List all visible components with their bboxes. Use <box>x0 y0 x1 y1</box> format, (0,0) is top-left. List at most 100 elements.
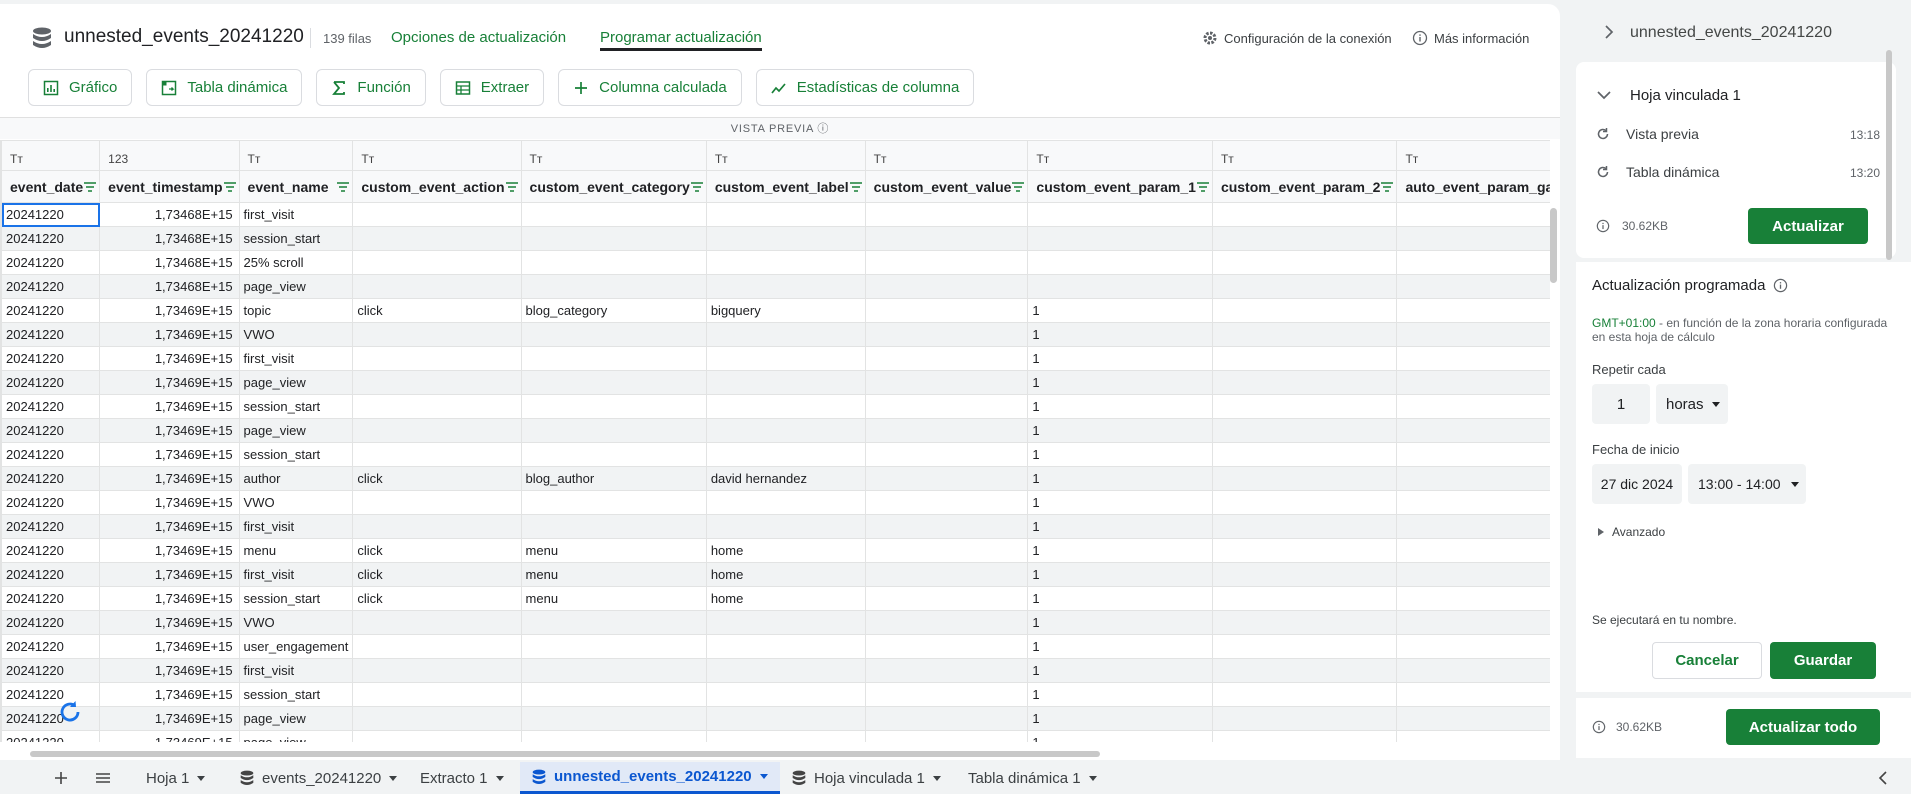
table-cell[interactable] <box>520 322 707 347</box>
table-cell[interactable] <box>1027 226 1213 251</box>
table-cell[interactable]: 1,73469E+15 <box>99 610 240 635</box>
table-cell[interactable]: 1 <box>1027 394 1213 419</box>
column-header[interactable]: event_timestamp <box>99 170 240 203</box>
table-cell[interactable] <box>1211 706 1398 731</box>
table-cell[interactable]: 1,73469E+15 <box>99 322 240 347</box>
table-cell[interactable]: 1 <box>1027 298 1213 323</box>
table-cell[interactable]: author <box>238 466 354 491</box>
table-cell[interactable]: 20241220 <box>0 322 101 347</box>
table-cell[interactable] <box>1211 538 1398 563</box>
table-cell[interactable] <box>864 442 1029 467</box>
caret-down-icon[interactable] <box>759 774 768 779</box>
table-cell[interactable]: 1,73469E+15 <box>99 706 240 731</box>
update-all-button[interactable]: Actualizar todo <box>1726 709 1880 745</box>
table-cell[interactable]: 20241220 <box>0 586 101 611</box>
column-header[interactable]: custom_event_param_2 <box>1211 170 1398 203</box>
table-cell[interactable] <box>352 706 522 731</box>
table-cell[interactable] <box>705 370 866 395</box>
table-cell[interactable] <box>1396 682 1550 707</box>
table-cell[interactable]: first_visit <box>238 562 354 587</box>
table-cell[interactable]: session_start <box>238 682 354 707</box>
chevron-right-icon[interactable] <box>1603 24 1615 40</box>
table-cell[interactable] <box>864 394 1029 419</box>
all-sheets-menu-icon[interactable] <box>92 768 114 788</box>
table-cell[interactable]: 1 <box>1027 706 1213 731</box>
table-cell[interactable] <box>1211 658 1398 683</box>
table-cell[interactable]: 1,73469E+15 <box>99 514 240 539</box>
table-cell[interactable]: bigquery <box>705 298 866 323</box>
table-cell[interactable]: 20241220 <box>0 730 101 742</box>
table-cell[interactable]: 1,73469E+15 <box>99 634 240 659</box>
save-button[interactable]: Guardar <box>1770 642 1876 679</box>
table-cell[interactable]: 1,73468E+15 <box>99 202 240 227</box>
table-cell[interactable] <box>352 490 522 515</box>
table-cell[interactable] <box>864 418 1029 443</box>
table-cell[interactable]: 20241220 <box>0 250 101 275</box>
table-cell[interactable] <box>1211 682 1398 707</box>
table-cell[interactable]: session_start <box>238 394 354 419</box>
more-info-button[interactable]: Más información <box>1412 30 1529 46</box>
table-cell[interactable] <box>520 250 707 275</box>
table-cell[interactable] <box>1396 298 1550 323</box>
filter-icon[interactable] <box>1012 182 1025 192</box>
table-cell[interactable] <box>1396 730 1550 742</box>
table-cell[interactable]: 1 <box>1027 370 1213 395</box>
table-cell[interactable]: menu <box>520 538 707 563</box>
table-cell[interactable]: 20241220 <box>0 466 101 491</box>
table-cell[interactable]: 1,73469E+15 <box>99 586 240 611</box>
column-header[interactable]: custom_event_param_1 <box>1027 170 1213 203</box>
table-cell[interactable] <box>705 226 866 251</box>
filter-icon[interactable] <box>223 182 236 192</box>
table-cell[interactable]: 1,73468E+15 <box>99 250 240 275</box>
table-cell[interactable] <box>1396 250 1550 275</box>
table-cell[interactable]: home <box>705 586 866 611</box>
table-cell[interactable] <box>1396 562 1550 587</box>
table-cell[interactable]: 1,73469E+15 <box>99 538 240 563</box>
column-stats-button[interactable]: Estadísticas de columna <box>755 69 975 106</box>
connection-settings-button[interactable]: Configuración de la conexión <box>1202 30 1392 46</box>
table-cell[interactable] <box>705 490 866 515</box>
table-cell[interactable]: 1,73469E+15 <box>99 466 240 491</box>
table-cell[interactable] <box>705 202 866 227</box>
table-cell[interactable] <box>1396 586 1550 611</box>
sheet-tab[interactable]: Hoja 1 <box>134 762 217 794</box>
table-cell[interactable] <box>864 682 1029 707</box>
filter-icon[interactable] <box>1381 182 1394 192</box>
sheet-tab[interactable]: Hoja vinculada 1 <box>780 762 953 794</box>
table-cell[interactable]: 20241220 <box>0 610 101 635</box>
table-cell[interactable] <box>1396 658 1550 683</box>
table-cell[interactable]: VWO <box>238 490 354 515</box>
table-cell[interactable] <box>1396 442 1550 467</box>
table-cell[interactable] <box>352 274 522 299</box>
table-cell[interactable] <box>705 634 866 659</box>
table-cell[interactable]: 1,73469E+15 <box>99 418 240 443</box>
table-cell[interactable] <box>1211 634 1398 659</box>
chart-button[interactable]: Gráfico <box>28 69 133 106</box>
table-cell[interactable] <box>864 586 1029 611</box>
table-cell[interactable] <box>352 514 522 539</box>
table-cell[interactable]: 1,73469E+15 <box>99 562 240 587</box>
table-cell[interactable] <box>1396 538 1550 563</box>
table-cell[interactable]: click <box>352 466 522 491</box>
filter-icon[interactable] <box>1196 182 1209 192</box>
table-cell[interactable]: 20241220 <box>0 514 101 539</box>
table-cell[interactable] <box>1211 490 1398 515</box>
table-cell[interactable] <box>520 730 707 742</box>
table-cell[interactable]: 20241220 <box>0 226 101 251</box>
table-cell[interactable] <box>705 346 866 371</box>
table-cell[interactable] <box>352 202 522 227</box>
table-cell[interactable] <box>864 298 1029 323</box>
table-cell[interactable]: 1 <box>1027 730 1213 742</box>
table-cell[interactable] <box>1396 226 1550 251</box>
table-cell[interactable] <box>1396 466 1550 491</box>
table-cell[interactable] <box>1211 298 1398 323</box>
table-cell[interactable]: 1,73469E+15 <box>99 346 240 371</box>
table-cell[interactable] <box>1396 610 1550 635</box>
caret-down-icon[interactable] <box>1088 775 1097 781</box>
table-cell[interactable] <box>864 466 1029 491</box>
cancel-button[interactable]: Cancelar <box>1652 642 1762 679</box>
sheet-tab[interactable]: Tabla dinámica 1 <box>956 762 1109 794</box>
table-cell[interactable] <box>1396 322 1550 347</box>
table-cell[interactable] <box>864 322 1029 347</box>
table-cell[interactable]: 1 <box>1027 634 1213 659</box>
